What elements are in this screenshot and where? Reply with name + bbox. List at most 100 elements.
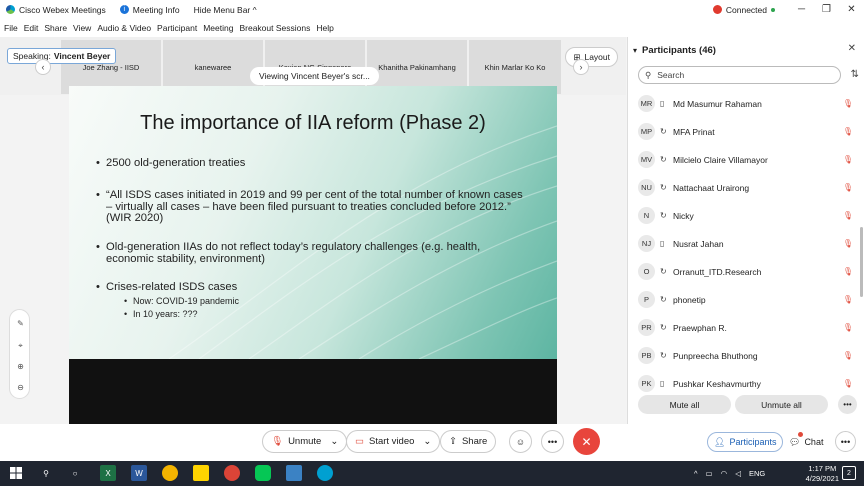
muted-mic-icon[interactable]: 🎙︎ bbox=[843, 295, 853, 304]
menu-participant[interactable]: Participant bbox=[157, 23, 197, 33]
participant-list-scrollbar[interactable] bbox=[860, 227, 863, 297]
chrome-icon[interactable] bbox=[162, 465, 178, 481]
reactions-button[interactable]: ☺ bbox=[509, 430, 532, 453]
close-window-button[interactable]: ✕ bbox=[839, 0, 864, 19]
excel-icon[interactable]: X bbox=[100, 465, 116, 481]
menu-help[interactable]: Help bbox=[316, 23, 333, 33]
thumbnails-next-button[interactable]: › bbox=[573, 59, 589, 75]
pointer-icon[interactable]: ⌖ bbox=[15, 340, 26, 351]
avatar: NU bbox=[638, 179, 655, 196]
chrome-profile-icon[interactable] bbox=[224, 465, 240, 481]
webex-logo-icon bbox=[6, 5, 15, 14]
app-title-text: Cisco Webex Meetings bbox=[19, 4, 106, 15]
meeting-info-button[interactable]: i Meeting Info bbox=[119, 5, 180, 15]
menu-meeting[interactable]: Meeting bbox=[203, 23, 233, 33]
participant-name: phonetip bbox=[673, 294, 706, 305]
battery-icon[interactable]: ▭ bbox=[706, 469, 713, 478]
menu-share[interactable]: Share bbox=[44, 23, 67, 33]
slide-title: The importance of IIA reform (Phase 2) bbox=[140, 112, 486, 134]
viewing-share-label[interactable]: Viewing Vincent Beyer's scr... bbox=[250, 67, 379, 85]
leave-meeting-button[interactable]: ✕ bbox=[573, 428, 600, 455]
share-button[interactable]: ⇪ Share bbox=[440, 430, 497, 453]
participant-row[interactable]: MV ↻ Milcielo Claire Villamayor 🎙︎ bbox=[628, 146, 864, 173]
menu-audio-video[interactable]: Audio & Video bbox=[97, 23, 151, 33]
computer-audio-icon: ↻ bbox=[660, 155, 667, 164]
avatar: P bbox=[638, 291, 655, 308]
zoom-out-icon[interactable]: ⊖ bbox=[15, 382, 26, 393]
participant-row[interactable]: NJ ▯ Nusrat Jahan 🎙︎ bbox=[628, 230, 864, 257]
muted-mic-icon[interactable]: 🎙︎ bbox=[843, 183, 853, 192]
participant-row[interactable]: MR ▯ Md Masumur Rahaman 🎙︎ bbox=[628, 90, 864, 117]
wifi-icon[interactable]: ◠ bbox=[721, 469, 728, 478]
thumbnail-name: kanewaree bbox=[194, 62, 232, 72]
participants-tab-button[interactable]: 👤︎ Participants bbox=[707, 432, 784, 452]
mute-all-button[interactable]: Mute all bbox=[638, 395, 731, 414]
windows-start-icon[interactable] bbox=[8, 465, 24, 481]
task-view-icon[interactable]: ○ bbox=[67, 465, 83, 481]
unmute-button[interactable]: 🎙︎ Unmute ⌄ bbox=[262, 430, 348, 453]
participant-search-input[interactable]: ⚲ Search bbox=[638, 66, 841, 84]
muted-mic-icon[interactable]: 🎙︎ bbox=[843, 351, 853, 360]
line-app-icon[interactable] bbox=[255, 465, 271, 481]
chevron-down-icon[interactable]: ⌄ bbox=[330, 436, 338, 447]
participant-row[interactable]: PK ▯ Pushkar Keshavmurthy 🎙︎ bbox=[628, 370, 864, 397]
avatar: O bbox=[638, 263, 655, 280]
muted-mic-icon[interactable]: 🎙︎ bbox=[843, 99, 853, 108]
view-tools: ✎ ⌖ ⊕ ⊖ bbox=[9, 309, 30, 399]
thumbnails-prev-button[interactable]: ‹ bbox=[35, 59, 51, 75]
participants-panel-header[interactable]: ▾ Participants (46) bbox=[628, 37, 864, 63]
webex-taskbar-icon[interactable] bbox=[317, 465, 333, 481]
volume-icon[interactable]: ◁ bbox=[735, 469, 741, 478]
participant-row[interactable]: NU ↻ Nattachaat Urairong 🎙︎ bbox=[628, 174, 864, 201]
chat-tab-button[interactable]: 💬︎ Chat bbox=[789, 432, 823, 452]
notifications-icon[interactable]: 2 bbox=[842, 466, 856, 480]
participant-row[interactable]: PB ↻ Punpreecha Bhuthong 🎙︎ bbox=[628, 342, 864, 369]
unmute-all-button[interactable]: Unmute all bbox=[735, 395, 828, 414]
system-tray: ^ ▭ ◠ ◁ ENG bbox=[694, 461, 765, 486]
muted-mic-icon[interactable]: 🎙︎ bbox=[843, 211, 853, 220]
minimize-button[interactable]: ─ bbox=[789, 0, 814, 19]
restore-button[interactable]: ❐ bbox=[814, 0, 839, 19]
menu-view[interactable]: View bbox=[73, 23, 91, 33]
annotate-icon[interactable]: ✎ bbox=[15, 318, 26, 329]
participants-tab-label: Participants bbox=[729, 437, 777, 447]
connection-status[interactable]: Connected bbox=[712, 5, 775, 15]
phone-icon: ▯ bbox=[660, 379, 665, 388]
participant-name: Nattachaat Urairong bbox=[673, 182, 750, 193]
thumbnail-name: Khin Marlar Ko Ko bbox=[484, 62, 546, 72]
muted-mic-icon[interactable]: 🎙︎ bbox=[843, 379, 853, 388]
participant-row[interactable]: PR ↻ Praewphan R. 🎙︎ bbox=[628, 314, 864, 341]
chevron-down-icon[interactable]: ⌄ bbox=[423, 436, 431, 447]
file-explorer-icon[interactable] bbox=[286, 465, 302, 481]
collapse-chevron-icon[interactable]: ▾ bbox=[633, 46, 637, 55]
more-options-button[interactable]: ••• bbox=[541, 430, 564, 453]
muted-mic-icon[interactable]: 🎙︎ bbox=[843, 155, 853, 164]
meeting-controls-bar: 🎙︎ Unmute ⌄ ▭ Start video ⌄ ⇪ Share ☺ ••… bbox=[0, 424, 864, 461]
tray-chevron-up-icon[interactable]: ^ bbox=[694, 469, 698, 478]
menu-breakout-sessions[interactable]: Breakout Sessions bbox=[239, 23, 310, 33]
muted-mic-icon[interactable]: 🎙︎ bbox=[843, 323, 853, 332]
share-label: Share bbox=[461, 436, 488, 447]
taskbar-clock[interactable]: 1:17 PM 4/29/2021 bbox=[806, 464, 839, 484]
zoom-in-icon[interactable]: ⊕ bbox=[15, 361, 26, 372]
sort-icon[interactable]: ⇅ bbox=[851, 69, 859, 80]
panel-more-button[interactable]: ••• bbox=[835, 431, 856, 452]
menu-file[interactable]: File bbox=[4, 23, 18, 33]
participant-row[interactable]: P ↻ phonetip 🎙︎ bbox=[628, 286, 864, 313]
participant-row[interactable]: N ↻ Nicky 🎙︎ bbox=[628, 202, 864, 229]
participant-row[interactable]: O ↻ Orranutt_ITD.Research 🎙︎ bbox=[628, 258, 864, 285]
computer-audio-icon: ↻ bbox=[660, 127, 667, 136]
sticky-notes-icon[interactable] bbox=[193, 465, 209, 481]
start-video-button[interactable]: ▭ Start video ⌄ bbox=[346, 430, 441, 453]
participant-row[interactable]: MP ↻ MFA Prinat 🎙︎ bbox=[628, 118, 864, 145]
word-icon[interactable]: W bbox=[131, 465, 147, 481]
menu-edit[interactable]: Edit bbox=[24, 23, 39, 33]
search-icon[interactable]: ⚲ bbox=[38, 465, 54, 481]
hide-menu-bar-button[interactable]: Hide Menu Bar ^ bbox=[194, 5, 257, 15]
muted-mic-icon[interactable]: 🎙︎ bbox=[843, 127, 853, 136]
language-indicator[interactable]: ENG bbox=[749, 469, 765, 478]
muted-mic-icon[interactable]: 🎙︎ bbox=[843, 267, 853, 276]
muted-mic-icon[interactable]: 🎙︎ bbox=[843, 239, 853, 248]
more-options-icon[interactable]: ••• bbox=[838, 395, 857, 414]
close-panel-icon[interactable]: ✕ bbox=[848, 43, 856, 54]
